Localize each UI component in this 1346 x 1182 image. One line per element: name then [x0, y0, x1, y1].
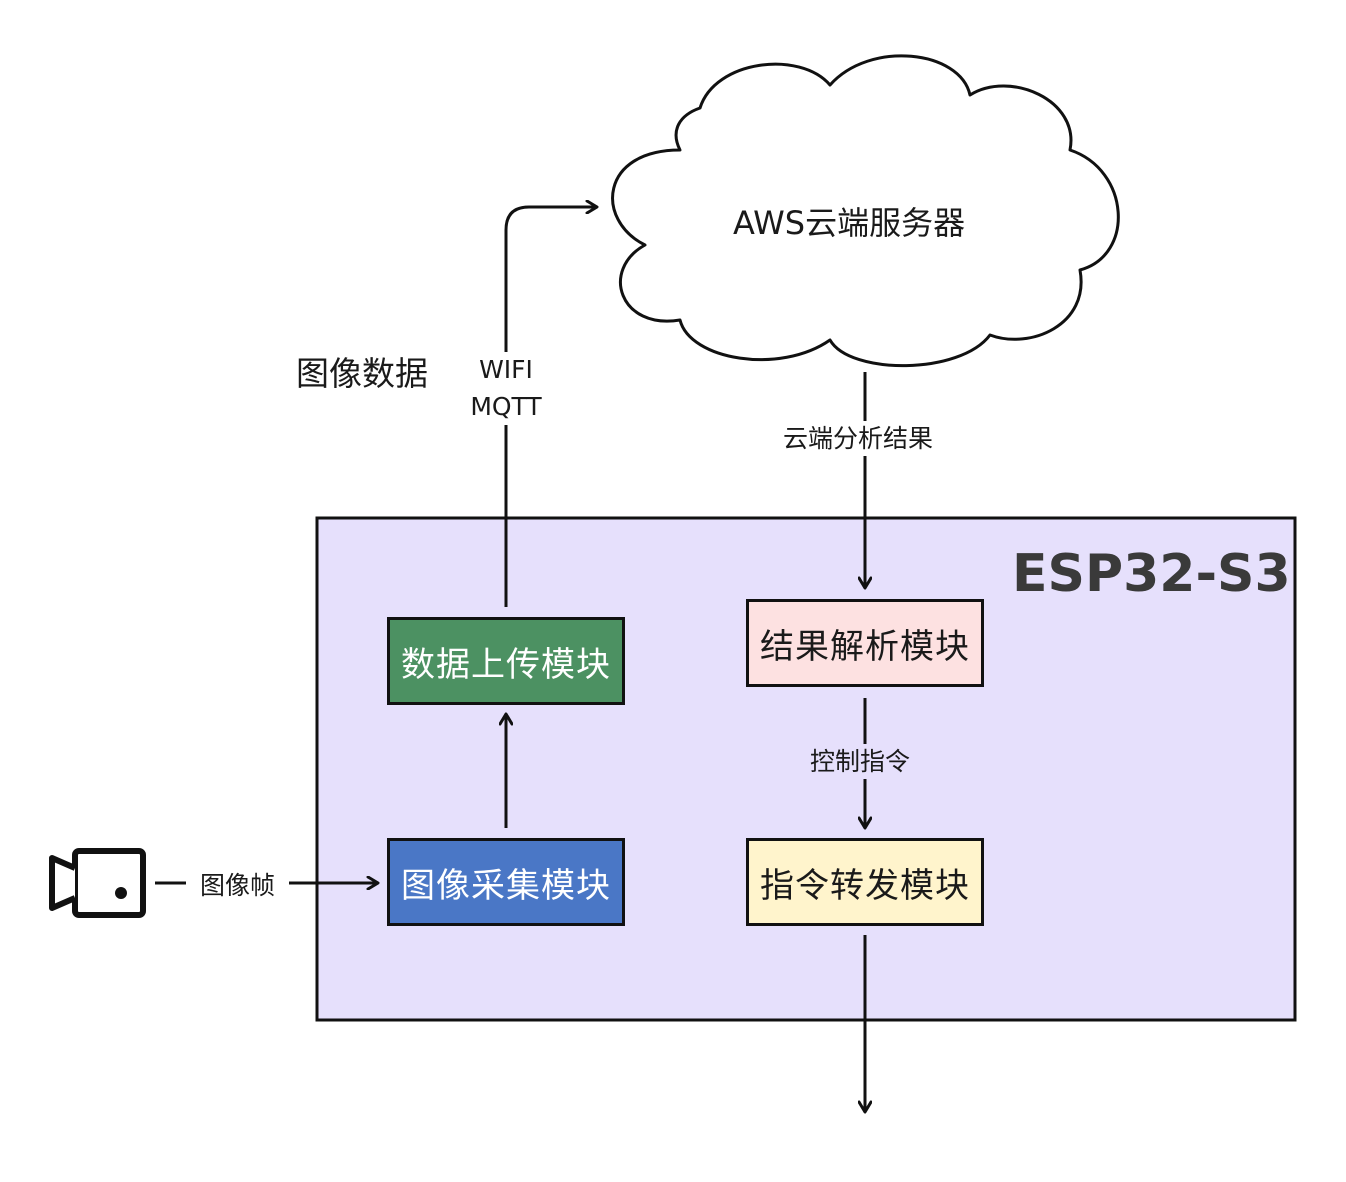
- control-command-label: 控制指令: [806, 744, 915, 780]
- parse-module: 结果解析模块: [746, 599, 984, 687]
- cloud-result-label: 云端分析结果: [779, 421, 938, 457]
- video-camera-icon: [49, 848, 146, 918]
- parse-module-label: 结果解析模块: [760, 626, 970, 667]
- image-data-label: 图像数据: [296, 354, 428, 393]
- dispatch-module-label: 指令转发模块: [760, 865, 970, 906]
- capture-module: 图像采集模块: [387, 838, 625, 926]
- upload-module-label: 数据上传模块: [401, 644, 611, 685]
- protocol-label-wifi: WIFI: [479, 355, 533, 384]
- image-frame-label: 图像帧: [186, 868, 290, 904]
- upload-module: 数据上传模块: [387, 617, 625, 705]
- capture-module-label: 图像采集模块: [401, 865, 611, 906]
- protocol-label: WIFI MQTT: [462, 352, 550, 425]
- dispatch-module: 指令转发模块: [746, 838, 984, 926]
- cloud-label: AWS云端服务器: [733, 204, 966, 242]
- chip-label: ESP32-S3: [1012, 544, 1291, 604]
- protocol-label-mqtt: MQTT: [470, 392, 542, 422]
